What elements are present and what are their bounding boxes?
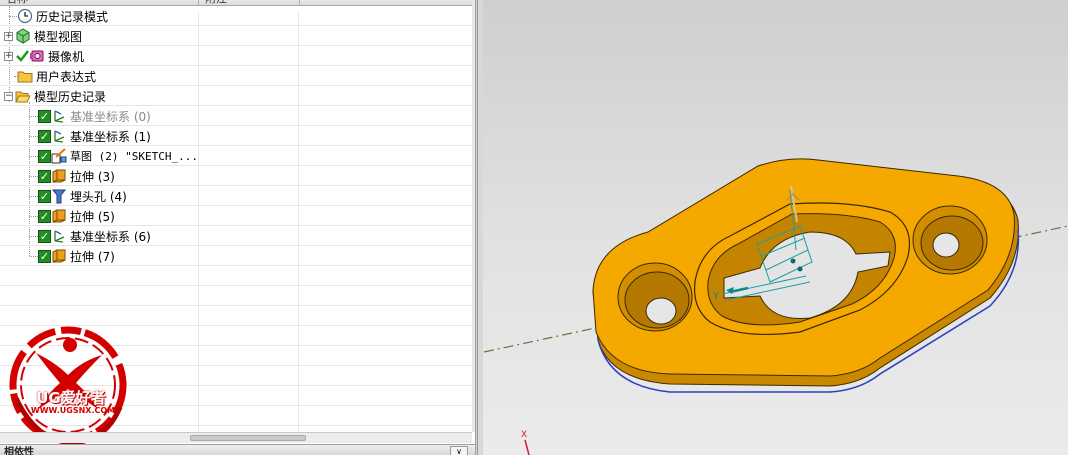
sketch-y-axis-label: Y <box>712 291 720 302</box>
camera-icon <box>29 48 45 64</box>
tree-row-user-expressions[interactable]: 用户表达式 <box>0 66 472 86</box>
visibility-checkbox[interactable]: ✓ <box>38 169 51 183</box>
tree-node-label: 草图 (2) "SKETCH_... <box>70 150 198 163</box>
visibility-checkbox[interactable]: ✓ <box>38 209 51 223</box>
dependencies-panel-title: 相依性 <box>4 447 34 455</box>
tree-row-extrude-5[interactable]: ✓ 拉伸 (5) <box>0 206 472 226</box>
tree-row-datum-csys-6[interactable]: ✓ 基准坐标系 (6) <box>0 226 472 246</box>
expand-toggle[interactable]: + <box>4 51 13 61</box>
tree-node-label: 历史记录模式 <box>36 9 109 24</box>
clock-icon <box>17 8 33 24</box>
empty-row <box>0 286 472 306</box>
datum-csys-icon <box>51 228 67 244</box>
panel-expand-button[interactable]: ∨ <box>450 446 468 455</box>
model-3d-view: Y X <box>483 158 1068 455</box>
watermark-url-text: WWW.UGSNX.COM <box>30 406 116 415</box>
tree-row-cameras[interactable]: + 摄像机 <box>0 46 472 66</box>
cube-view-icon <box>15 28 31 44</box>
vertical-scrollbar[interactable] <box>472 0 475 432</box>
sketch-icon <box>51 148 67 164</box>
visibility-checkbox[interactable]: ✓ <box>38 149 51 163</box>
expand-toggle[interactable]: + <box>4 31 13 41</box>
dependencies-panel-header[interactable]: 相依性 ∨ <box>0 444 475 455</box>
tree-row-model-views[interactable]: + 模型视图 <box>0 26 472 46</box>
collapse-toggle[interactable]: − <box>4 91 13 101</box>
tree-node-label: 基准坐标系 (0) <box>70 109 151 124</box>
datum-csys-icon <box>51 128 67 144</box>
ugsnx-watermark-logo <box>9 326 127 446</box>
horizontal-scrollbar[interactable] <box>0 432 472 443</box>
triad-x-label: X <box>521 430 527 440</box>
viewport-border <box>477 0 483 455</box>
tree-row-sketch-2[interactable]: ✓ 草图 (2) "SKETCH_... <box>0 146 472 166</box>
datum-csys-icon <box>51 108 67 124</box>
visibility-checkbox[interactable]: ✓ <box>38 109 51 123</box>
watermark-brand-text: UG爱好者 <box>36 389 106 407</box>
tree-row-extrude-7[interactable]: ✓ 拉伸 (7) <box>0 246 472 266</box>
extrude-icon <box>51 208 67 224</box>
folder-icon <box>17 68 33 84</box>
visibility-checkbox[interactable]: ✓ <box>38 249 51 263</box>
tree-row-datum-csys-0[interactable]: ✓ 基准坐标系 (0) <box>0 106 472 126</box>
tree-node-label: 拉伸 (3) <box>70 169 115 184</box>
tree-node-label: 拉伸 (7) <box>70 249 115 264</box>
tree-node-label: 埋头孔 (4) <box>70 189 127 204</box>
visibility-checkbox[interactable]: ✓ <box>38 229 51 243</box>
tree-row-countersunk-hole-4[interactable]: ✓ 埋头孔 (4) <box>0 186 472 206</box>
visibility-checkbox[interactable]: ✓ <box>38 189 51 203</box>
tree-node-label: 摄像机 <box>48 49 85 64</box>
extrude-icon <box>51 168 67 184</box>
tree-row-extrude-3[interactable]: ✓ 拉伸 (3) <box>0 166 472 186</box>
empty-row <box>0 266 472 286</box>
visibility-checkbox[interactable]: ✓ <box>38 129 51 143</box>
tree-node-label: 基准坐标系 (6) <box>70 229 151 244</box>
tree-node-label: 拉伸 (5) <box>70 209 115 224</box>
checkmark-icon <box>15 48 29 64</box>
graphics-viewport[interactable]: Y X <box>477 0 1068 455</box>
tree-node-label: 模型历史记录 <box>34 89 107 104</box>
extrude-icon <box>51 248 67 264</box>
scrollbar-thumb[interactable] <box>190 435 306 441</box>
countersunk-hole-icon <box>51 188 67 204</box>
tree-row-datum-csys-1[interactable]: ✓ 基准坐标系 (1) <box>0 126 472 146</box>
tree-node-label: 基准坐标系 (1) <box>70 129 151 144</box>
tree-node-label: 模型视图 <box>34 29 83 44</box>
tree-row-model-history[interactable]: − 模型历史记录 <box>0 86 472 106</box>
tree-row-history-mode[interactable]: 历史记录模式 <box>0 6 472 26</box>
folder-open-icon <box>15 88 31 104</box>
part-navigator: 名称 附注 历史记录模式 <box>0 0 476 455</box>
tree-node-label: 用户表达式 <box>36 69 97 84</box>
